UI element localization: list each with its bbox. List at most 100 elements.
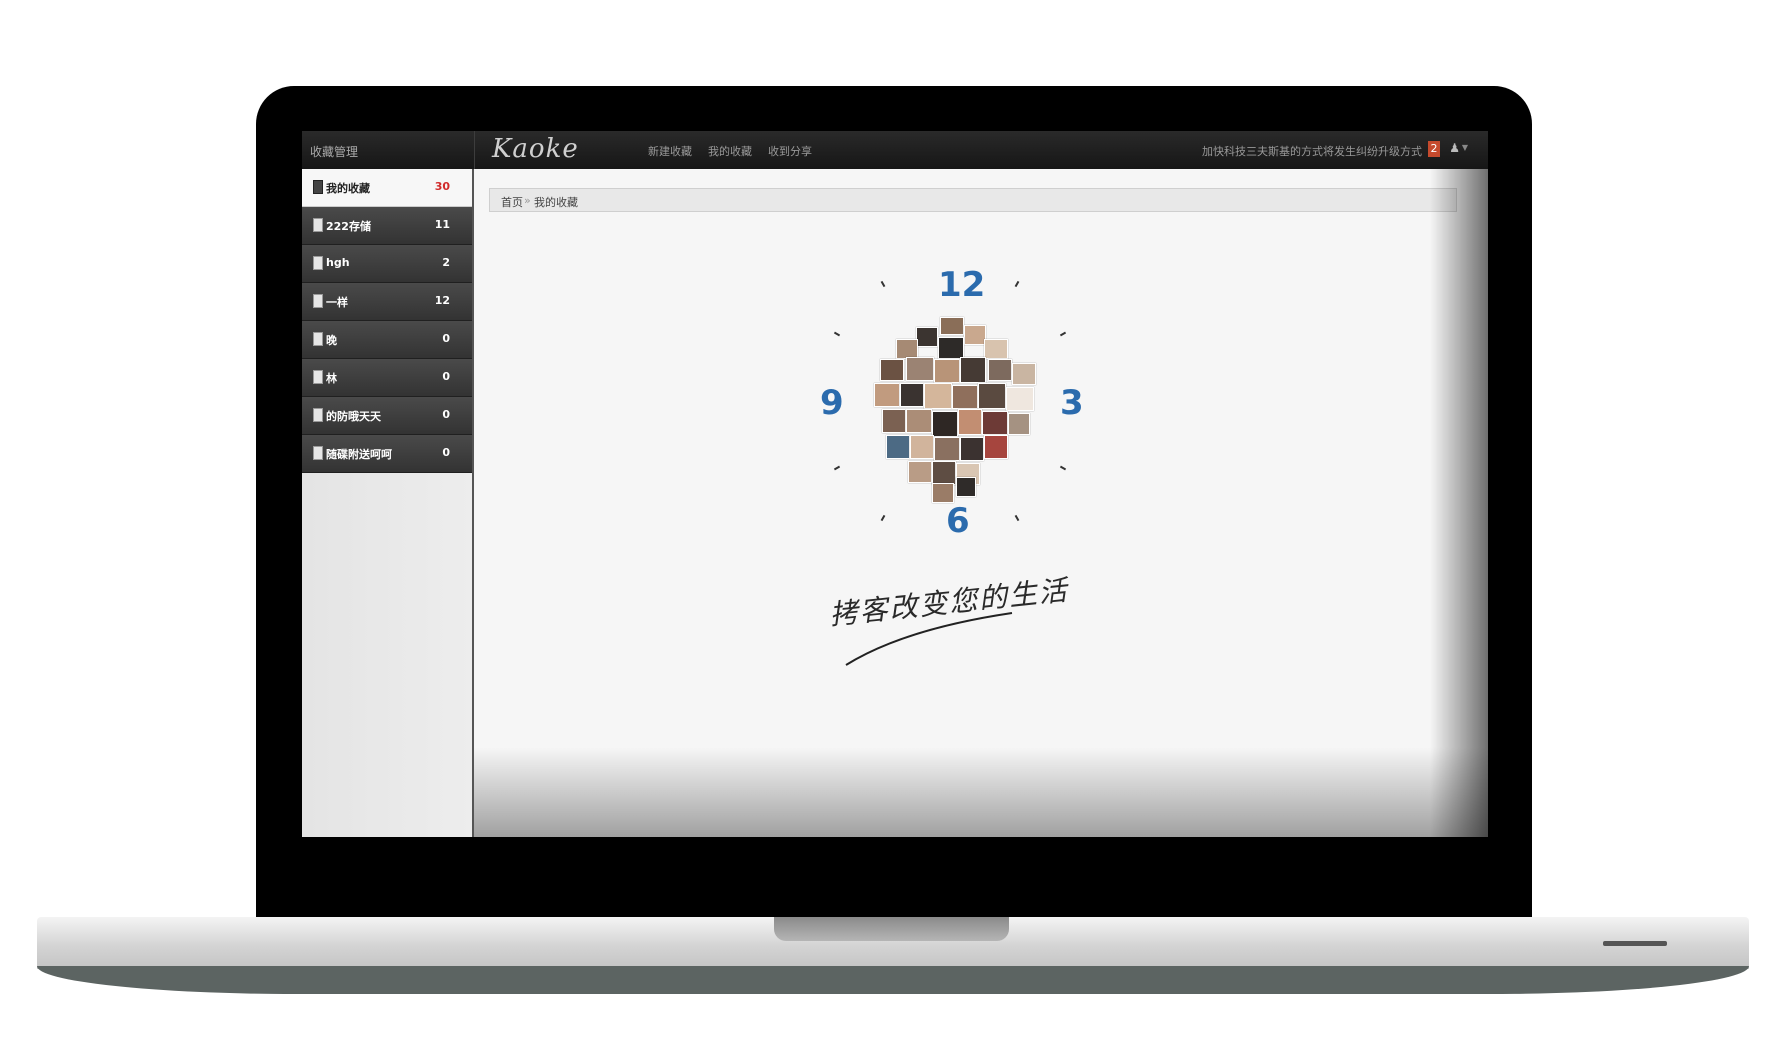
sidebar-item-count: 11 — [434, 218, 450, 231]
document-icon — [313, 256, 323, 270]
sidebar-item-suidie[interactable]: 随碟附送呵呵 0 — [302, 435, 472, 473]
collage-photo — [916, 327, 938, 347]
main-content: 首页 » 我的收藏 12 3 6 9 拷客改变您的生活 — [474, 169, 1488, 837]
collage-photo — [906, 409, 932, 433]
clock-number-9: 9 — [820, 383, 844, 423]
collage-photo — [882, 409, 906, 433]
sidebar-item-difang[interactable]: 的防哦天天 0 — [302, 397, 472, 435]
photo-collage — [872, 317, 1042, 503]
clock-tick — [833, 331, 841, 337]
sidebar-item-label: 林 — [326, 372, 337, 385]
sidebar-item-count: 0 — [442, 370, 450, 383]
document-icon — [313, 332, 323, 346]
topbar-divider — [474, 131, 475, 169]
collage-photo — [896, 339, 918, 359]
sidebar-item-label: 222存储 — [326, 220, 371, 233]
nav-new-collection[interactable]: 新建收藏 — [648, 143, 692, 159]
collage-photo — [900, 383, 924, 407]
collage-photo — [960, 357, 986, 383]
collage-photo — [934, 359, 960, 383]
collage-photo — [958, 409, 982, 435]
collage-photo — [978, 383, 1006, 409]
clock-tick — [880, 280, 886, 288]
collage-photo — [886, 435, 910, 459]
collage-photo — [988, 359, 1012, 381]
section-title: 收藏管理 — [310, 145, 359, 159]
breadcrumb-current: 我的收藏 — [534, 196, 578, 209]
collage-photo — [982, 411, 1008, 435]
collage-photo — [1012, 363, 1036, 385]
document-icon — [313, 370, 323, 384]
collage-photo — [908, 461, 932, 483]
slogan-swoosh — [845, 612, 1013, 666]
collage-photo — [956, 477, 976, 497]
clock-tick — [1014, 514, 1020, 522]
nav-received-shares[interactable]: 收到分享 — [768, 143, 812, 159]
sidebar-item-count: 0 — [442, 408, 450, 421]
sidebar-item-count: 0 — [442, 332, 450, 345]
notice-text[interactable]: 加快科技三夫斯基的方式将发生纠纷升级方式 — [1202, 143, 1422, 159]
sidebar-item-hgh[interactable]: hgh 2 — [302, 245, 472, 283]
document-icon — [313, 180, 323, 194]
sidebar-item-yiyang[interactable]: 一样 12 — [302, 283, 472, 321]
user-icon[interactable]: ♟ — [1449, 141, 1460, 155]
document-icon — [313, 408, 323, 422]
sidebar-item-label: 晚 — [326, 334, 337, 347]
photo-clock: 12 3 6 9 — [820, 265, 1100, 555]
breadcrumb-separator: » — [524, 194, 531, 207]
sidebar-item-count: 30 — [434, 180, 450, 193]
laptop-hinge-notch — [774, 917, 1009, 941]
clock-number-3: 3 — [1060, 383, 1084, 423]
collage-photo — [932, 411, 958, 437]
collage-photo — [932, 483, 954, 503]
collage-photo — [984, 435, 1008, 459]
document-icon — [313, 446, 323, 460]
collage-photo — [984, 339, 1008, 359]
collage-photo — [960, 437, 984, 461]
collage-photo — [952, 385, 978, 409]
top-nav: 新建收藏 我的收藏 收到分享 — [648, 143, 812, 159]
collage-photo — [932, 461, 956, 485]
screen: 收藏管理 Kaoke 新建收藏 我的收藏 收到分享 加快科技三夫斯基的方式将发生… — [302, 131, 1488, 837]
logo[interactable]: Kaoke — [492, 134, 579, 164]
sidebar-item-222-storage[interactable]: 222存储 11 — [302, 207, 472, 245]
sidebar-item-label: hgh — [326, 256, 350, 269]
sidebar-item-label: 我的收藏 — [326, 182, 370, 195]
nav-my-collection[interactable]: 我的收藏 — [708, 143, 752, 159]
breadcrumb-home[interactable]: 首页 — [501, 194, 523, 210]
notification-badge[interactable]: 2 — [1428, 141, 1440, 157]
collage-photo — [1006, 387, 1034, 411]
sidebar-item-wan[interactable]: 晚 0 — [302, 321, 472, 359]
breadcrumb: 首页 » 我的收藏 — [489, 188, 1457, 212]
laptop-base-slot — [1603, 941, 1667, 946]
clock-tick — [1059, 331, 1067, 337]
clock-number-12: 12 — [938, 265, 986, 305]
sidebar-item-count: 0 — [442, 446, 450, 459]
collage-photo — [880, 359, 904, 381]
clock-tick — [880, 514, 886, 522]
document-icon — [313, 218, 323, 232]
clock-tick — [1059, 465, 1067, 471]
collage-photo — [940, 317, 964, 335]
collage-photo — [874, 383, 900, 407]
collage-photo — [906, 357, 934, 381]
sidebar-item-label: 随碟附送呵呵 — [326, 448, 392, 461]
top-bar: 收藏管理 Kaoke 新建收藏 我的收藏 收到分享 加快科技三夫斯基的方式将发生… — [302, 131, 1488, 169]
clock-tick — [1014, 280, 1020, 288]
clock-tick — [833, 465, 841, 471]
collage-photo — [964, 325, 986, 345]
laptop-base-bottom — [37, 966, 1749, 994]
sidebar-item-lin[interactable]: 林 0 — [302, 359, 472, 397]
sidebar-item-my-collection[interactable]: 我的收藏 30 — [302, 169, 472, 207]
sidebar-item-count: 2 — [442, 256, 450, 269]
sidebar-item-label: 的防哦天天 — [326, 410, 381, 423]
clock-number-6: 6 — [946, 501, 970, 541]
collage-photo — [938, 337, 964, 359]
sidebar-item-label: 一样 — [326, 296, 348, 309]
collage-photo — [924, 383, 952, 409]
sidebar: 我的收藏 30 222存储 11 hgh 2 一样 12 晚 0 林 0 的防哦… — [302, 169, 474, 837]
document-icon — [313, 294, 323, 308]
caret-down-icon[interactable]: ▼ — [1462, 143, 1468, 152]
collage-photo — [1008, 413, 1030, 435]
sidebar-item-count: 12 — [434, 294, 450, 307]
